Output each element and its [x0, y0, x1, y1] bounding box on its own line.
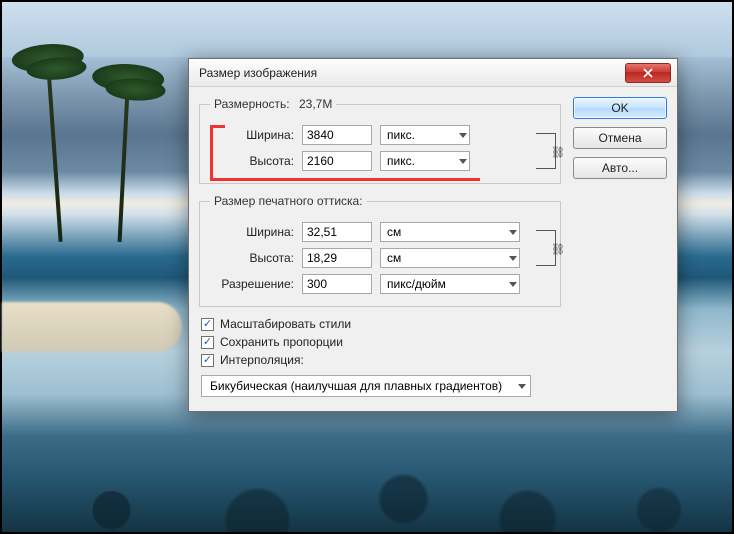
doc-height-label: Высота:: [210, 251, 294, 265]
resolution-unit-combo[interactable]: пикс/дюйм: [380, 274, 520, 294]
interpolation-combo[interactable]: Бикубическая (наилучшая для плавных град…: [201, 375, 531, 397]
auto-button[interactable]: Авто...: [573, 157, 667, 179]
resample-label: Интерполяция:: [220, 353, 304, 367]
close-icon: [643, 68, 653, 78]
titlebar[interactable]: Размер изображения: [189, 59, 677, 87]
resample-checkbox[interactable]: [201, 354, 214, 367]
ok-button[interactable]: OK: [573, 97, 667, 119]
scale-styles-label: Масштабировать стили: [220, 317, 351, 331]
doc-height-input[interactable]: [302, 248, 372, 268]
pixel-dimensions-group: Размерность: 23,7M Ширина: пикс. Высота:…: [199, 97, 561, 184]
dialog-title: Размер изображения: [199, 66, 625, 80]
chevron-down-icon: [518, 384, 526, 389]
resolution-label: Разрешение:: [210, 277, 294, 291]
doc-width-label: Ширина:: [210, 225, 294, 239]
close-button[interactable]: [625, 63, 671, 83]
document-size-group: Размер печатного оттиска: Ширина: см Выс…: [199, 194, 561, 307]
image-size-dialog: Размер изображения Размерность: 23,7M Ши…: [188, 58, 678, 412]
resolution-input[interactable]: [302, 274, 372, 294]
constrain-link-icon[interactable]: ⛓: [553, 242, 563, 256]
chevron-down-icon: [509, 256, 517, 261]
scale-styles-checkbox[interactable]: [201, 318, 214, 331]
constrain-proportions-label: Сохранить пропорции: [220, 335, 343, 349]
filesize-label: 23,7M: [299, 97, 332, 111]
chevron-down-icon: [509, 230, 517, 235]
chevron-down-icon: [509, 282, 517, 287]
pixel-dimensions-legend: Размерность: 23,7M: [210, 97, 336, 111]
constrain-link-icon[interactable]: ⛓: [553, 145, 563, 159]
document-size-legend: Размер печатного оттиска:: [210, 194, 367, 208]
cancel-button[interactable]: Отмена: [573, 127, 667, 149]
doc-height-unit-combo[interactable]: см: [380, 248, 520, 268]
annotation-highlight: [210, 125, 480, 181]
doc-width-unit-combo[interactable]: см: [380, 222, 520, 242]
doc-width-input[interactable]: [302, 222, 372, 242]
constrain-proportions-checkbox[interactable]: [201, 336, 214, 349]
